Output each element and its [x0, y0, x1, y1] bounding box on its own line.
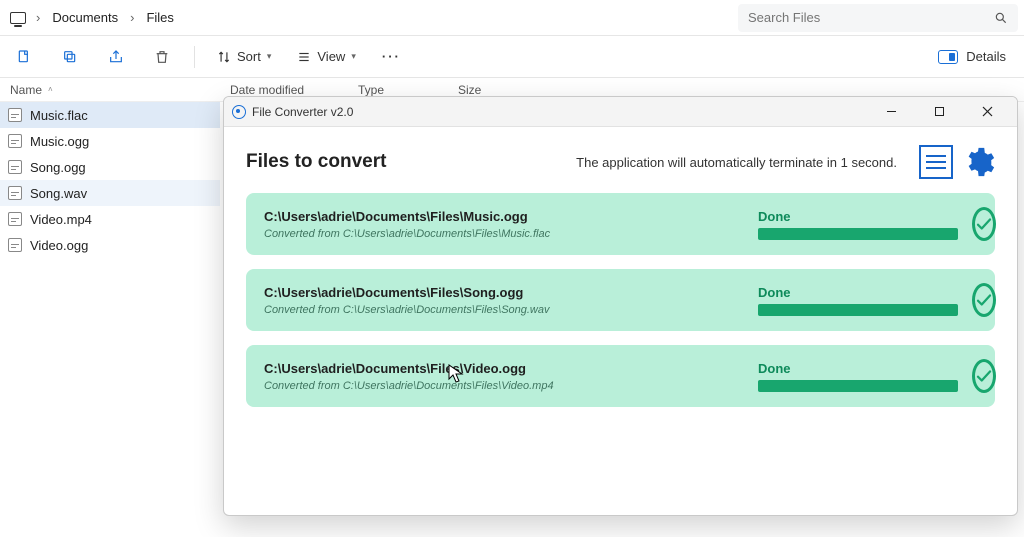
file-converter-window: File Converter v2.0 Files to convert The… [223, 96, 1018, 516]
file-icon [8, 212, 22, 226]
details-pane-icon [938, 50, 958, 64]
chevron-right-icon[interactable]: › [30, 10, 46, 25]
sort-icon [217, 50, 231, 64]
job-output-path: C:\Users\adrie\Documents\Files\Video.ogg [264, 361, 744, 376]
minimize-button[interactable] [869, 98, 913, 126]
column-name-label: Name [10, 83, 42, 97]
toolbar-separator [194, 46, 195, 68]
file-icon [8, 186, 22, 200]
progress-bar [758, 228, 958, 240]
address-bar: › Documents › Files [0, 0, 1024, 36]
job-info: C:\Users\adrie\Documents\Files\Song.ogg C… [264, 285, 744, 316]
file-row[interactable]: Video.ogg [0, 232, 220, 258]
this-pc-icon[interactable] [10, 12, 26, 24]
search-icon [994, 11, 1008, 25]
file-name: Video.mp4 [30, 212, 92, 227]
search-input[interactable] [748, 10, 994, 25]
file-icon [8, 134, 22, 148]
details-label: Details [966, 49, 1006, 64]
close-button[interactable] [965, 98, 1009, 126]
sort-label: Sort [237, 49, 261, 64]
file-name: Song.wav [30, 186, 87, 201]
conversion-job: C:\Users\adrie\Documents\Files\Song.ogg C… [246, 269, 995, 331]
modal-heading: Files to convert [246, 151, 386, 173]
delete-icon[interactable] [148, 43, 176, 71]
progress-bar [758, 380, 958, 392]
file-row[interactable]: Music.ogg [0, 128, 220, 154]
success-check-icon [972, 283, 996, 317]
modal-body: Files to convert The application will au… [224, 127, 1017, 431]
column-date-modified[interactable]: Date modified [220, 83, 348, 97]
list-view-icon[interactable] [919, 145, 953, 179]
terminate-message: The application will automatically termi… [576, 155, 897, 170]
settings-icon[interactable] [961, 145, 995, 179]
file-name: Music.flac [30, 108, 88, 123]
job-output-path: C:\Users\adrie\Documents\Files\Song.ogg [264, 285, 744, 300]
progress-bar [758, 304, 958, 316]
file-icon [8, 108, 22, 122]
maximize-button[interactable] [917, 98, 961, 126]
copy-icon[interactable] [56, 43, 84, 71]
job-list: C:\Users\adrie\Documents\Files\Music.ogg… [246, 193, 995, 407]
details-pane-toggle[interactable]: Details [938, 49, 1014, 64]
success-check-icon [972, 207, 996, 241]
job-progress: Done [758, 285, 958, 316]
file-row[interactable]: Song.wav [0, 180, 220, 206]
job-status-label: Done [758, 361, 958, 376]
more-button[interactable]: ··· [378, 49, 405, 64]
column-size[interactable]: Size [448, 83, 528, 97]
chevron-down-icon: ▾ [351, 51, 356, 62]
conversion-job: C:\Users\adrie\Documents\Files\Video.ogg… [246, 345, 995, 407]
file-name: Song.ogg [30, 160, 86, 175]
file-row[interactable]: Music.flac [0, 102, 220, 128]
file-list: Music.flac Music.ogg Song.ogg Song.wav Video… [0, 102, 220, 258]
search-box[interactable] [738, 4, 1018, 32]
app-icon [232, 105, 246, 119]
window-title: File Converter v2.0 [252, 105, 353, 119]
view-icon [297, 50, 311, 64]
job-status-label: Done [758, 285, 958, 300]
success-check-icon [972, 359, 996, 393]
job-source-path: Converted from C:\Users\adrie\Documents\… [264, 380, 744, 392]
sort-indicator-icon: ˄ [48, 85, 53, 94]
job-source-path: Converted from C:\Users\adrie\Documents\… [264, 304, 744, 316]
file-name: Music.ogg [30, 134, 89, 149]
titlebar[interactable]: File Converter v2.0 [224, 97, 1017, 127]
file-row[interactable]: Video.mp4 [0, 206, 220, 232]
new-file-icon[interactable] [10, 43, 38, 71]
column-name[interactable]: Name ˄ [0, 83, 220, 97]
sort-button[interactable]: Sort ▾ [213, 49, 275, 64]
breadcrumb-documents[interactable]: Documents [46, 10, 124, 25]
job-source-path: Converted from C:\Users\adrie\Documents\… [264, 228, 744, 240]
job-info: C:\Users\adrie\Documents\Files\Video.ogg… [264, 361, 744, 392]
view-label: View [317, 49, 345, 64]
share-icon[interactable] [102, 43, 130, 71]
job-output-path: C:\Users\adrie\Documents\Files\Music.ogg [264, 209, 744, 224]
chevron-right-icon[interactable]: › [124, 10, 140, 25]
view-button[interactable]: View ▾ [293, 49, 359, 64]
job-info: C:\Users\adrie\Documents\Files\Music.ogg… [264, 209, 744, 240]
chevron-down-icon: ▾ [267, 51, 272, 62]
file-icon [8, 238, 22, 252]
column-type[interactable]: Type [348, 83, 448, 97]
job-status-label: Done [758, 209, 958, 224]
file-row[interactable]: Song.ogg [0, 154, 220, 180]
modal-header: Files to convert The application will au… [246, 145, 995, 179]
file-icon [8, 160, 22, 174]
toolbar: Sort ▾ View ▾ ··· Details [0, 36, 1024, 78]
file-name: Video.ogg [30, 238, 88, 253]
breadcrumb-files[interactable]: Files [140, 10, 179, 25]
job-progress: Done [758, 209, 958, 240]
job-progress: Done [758, 361, 958, 392]
conversion-job: C:\Users\adrie\Documents\Files\Music.ogg… [246, 193, 995, 255]
